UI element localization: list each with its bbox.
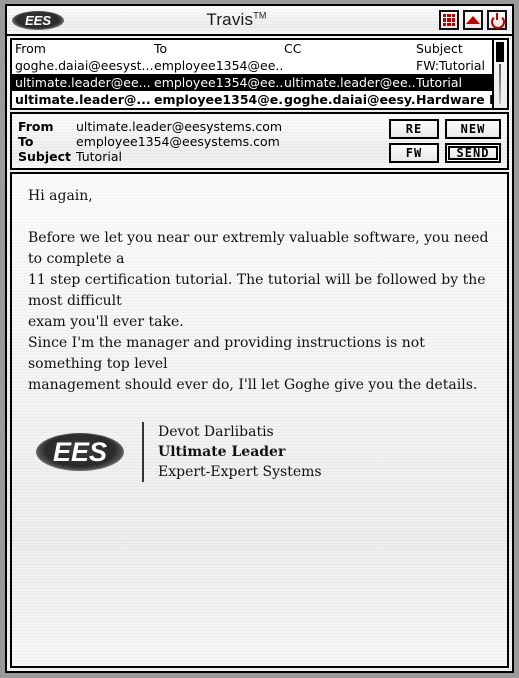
row-to: employee1354@ee... [154, 58, 284, 73]
message-list-scrollbar[interactable] [492, 40, 507, 108]
field-subject-label: Subject [18, 149, 71, 164]
ees-logo-text: EES [36, 433, 124, 471]
new-button[interactable]: NEW [445, 119, 501, 139]
scrollbar-track[interactable] [499, 64, 501, 104]
reply-button[interactable]: RE [389, 119, 439, 139]
grid-icon [443, 14, 455, 26]
column-header-cc: CC [284, 41, 302, 56]
desktop-frame: EES TravisTM From To CC Subject goghe.da… [0, 0, 519, 678]
field-from-label: From [18, 119, 54, 134]
action-buttons: RE NEW FW SEND [389, 114, 507, 163]
message-list: From To CC Subject goghe.daiai@eesyst...… [12, 40, 507, 108]
app-logo: EES [12, 10, 64, 30]
row-from: ultimate.leader@... [15, 92, 151, 107]
trademark-mark: TM [253, 10, 267, 21]
row-to: employee1354@e... [154, 92, 284, 107]
window-title-text: Travis [206, 10, 254, 29]
email-signature: EES Devot Darlibatis Ultimate Leader Exp… [28, 422, 491, 482]
signature-divider [142, 422, 144, 482]
signature-logo: EES [36, 433, 124, 471]
window-title: TravisTM [34, 10, 439, 30]
minimize-button[interactable] [463, 10, 483, 30]
message-header-fields: From ultimate.leader@eesystems.com To em… [12, 114, 389, 164]
signature-lines: Devot Darlibatis Ultimate Leader Expert-… [158, 422, 322, 482]
power-button[interactable] [487, 10, 507, 30]
field-to-label: To [18, 134, 34, 149]
signature-name: Devot Darlibatis [158, 424, 274, 440]
row-to: employee1354@ee... [154, 75, 284, 90]
message-list-panel: From To CC Subject goghe.daiai@eesyst...… [10, 38, 509, 110]
window-controls [439, 10, 507, 30]
scrollbar-thumb[interactable] [496, 42, 504, 62]
apps-grid-button[interactable] [439, 10, 459, 30]
row-subject: Hardware Policy [416, 92, 493, 107]
message-list-header: From To CC Subject [12, 40, 493, 57]
forward-button[interactable]: FW [389, 143, 439, 163]
column-header-from: From [15, 41, 46, 56]
message-body-panel: Hi again, Before we let you near our ext… [10, 172, 509, 668]
title-bar: EES TravisTM [7, 6, 512, 36]
send-button[interactable]: SEND [445, 143, 501, 163]
power-icon [491, 13, 505, 29]
message-body-text: Hi again, Before we let you near our ext… [28, 188, 489, 393]
column-header-to: To [154, 41, 168, 56]
field-to: To employee1354@eesystems.com [18, 134, 389, 149]
ees-logo-text: EES [12, 10, 64, 30]
table-row[interactable]: goghe.daiai@eesyst... employee1354@ee...… [12, 57, 493, 74]
message-header-panel: From ultimate.leader@eesystems.com To em… [10, 112, 509, 170]
triangle-up-icon [466, 16, 480, 24]
field-from-value: ultimate.leader@eesystems.com [76, 119, 283, 134]
field-subject: Subject Tutorial [18, 149, 389, 164]
column-header-subject: Subject [416, 41, 463, 56]
row-from: goghe.daiai@eesyst... [15, 58, 154, 73]
row-cc: goghe.daiai@eesy... [284, 92, 416, 107]
signature-company: Expert-Expert Systems [158, 464, 322, 480]
signature-title: Ultimate Leader [158, 444, 286, 460]
field-to-value: employee1354@eesystems.com [76, 134, 280, 149]
email-client-window: EES TravisTM From To CC Subject goghe.da… [5, 4, 514, 673]
row-subject: FW:Tutorial [416, 58, 485, 73]
table-row[interactable]: ultimate.leader@ee... employee1354@ee...… [12, 74, 493, 91]
field-subject-value: Tutorial [76, 149, 122, 164]
table-row[interactable]: ultimate.leader@... employee1354@e... go… [12, 91, 493, 108]
row-from: ultimate.leader@ee... [15, 75, 151, 90]
row-cc: ultimate.leader@ee... [284, 75, 416, 90]
field-from: From ultimate.leader@eesystems.com [18, 119, 389, 134]
row-subject: Tutorial [416, 75, 462, 90]
